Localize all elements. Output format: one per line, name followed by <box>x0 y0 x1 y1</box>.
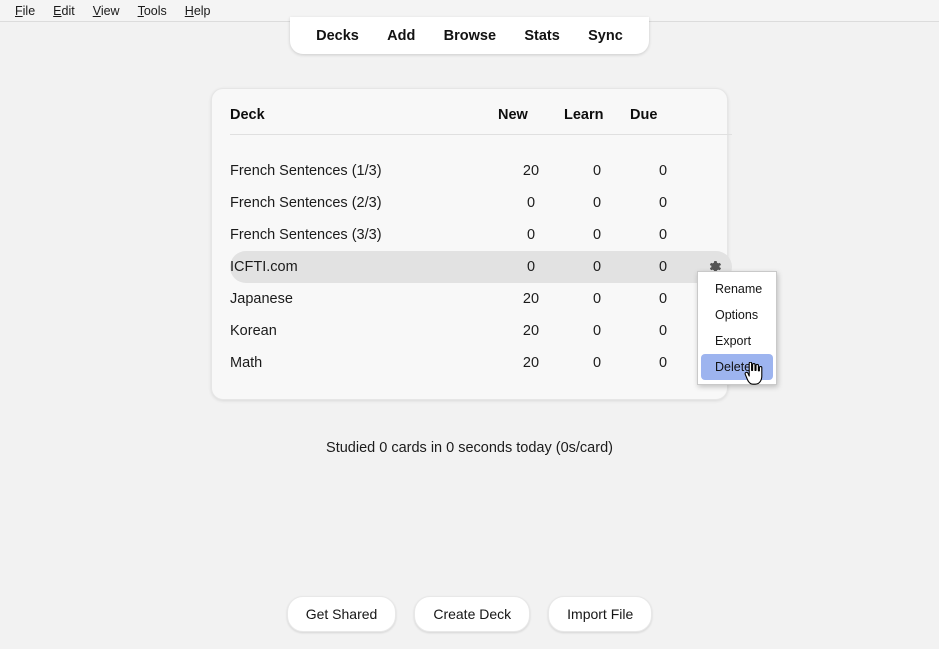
deck-name-cell[interactable]: ICFTI.com <box>230 250 498 283</box>
deck-learn-count: 0 <box>592 162 602 179</box>
top-navigation-bar: Decks Add Browse Stats Sync <box>290 17 649 54</box>
deck-gear-cell <box>696 155 732 187</box>
deck-learn-count: 0 <box>592 226 602 243</box>
deck-name-cell[interactable]: French Sentences (2/3) <box>230 187 498 219</box>
deck-due-count: 0 <box>658 290 668 307</box>
deck-row[interactable]: Korean 20 0 0 <box>230 315 732 347</box>
nav-tab-decks[interactable]: Decks <box>312 25 363 47</box>
deck-due-count: 0 <box>658 194 668 211</box>
create-deck-button[interactable]: Create Deck <box>414 596 531 632</box>
menu-help-accel: H <box>184 3 194 18</box>
deck-gear-cell <box>696 219 732 251</box>
deck-due-count: 0 <box>658 322 668 339</box>
deck-name-cell[interactable]: French Sentences (3/3) <box>230 219 498 251</box>
deck-new-count: 0 <box>498 250 564 283</box>
import-file-button[interactable]: Import File <box>548 596 653 632</box>
deck-learn-count: 0 <box>592 290 602 307</box>
menu-file[interactable]: File <box>6 1 44 21</box>
deck-name-cell[interactable]: Japanese <box>230 283 498 315</box>
nav-tab-stats[interactable]: Stats <box>520 25 563 47</box>
deck-new-count: 20 <box>522 322 540 339</box>
deck-row[interactable]: French Sentences (1/3) 20 0 0 <box>230 155 732 187</box>
deck-due-count: 0 <box>658 226 668 243</box>
menu-view-accel: V <box>92 3 101 18</box>
deck-due-count: 0 <box>658 162 668 179</box>
deck-row[interactable]: ICFTI.com 0 0 0 <box>230 250 732 283</box>
menu-file-accel: F <box>15 3 23 18</box>
deck-gear-cell <box>696 187 732 219</box>
deck-due-count: 0 <box>658 354 668 371</box>
context-menu-item-rename[interactable]: Rename <box>701 276 773 302</box>
deck-table-header-row: Deck New Learn Due <box>230 107 732 135</box>
bottom-button-bar: Get Shared Create Deck Import File <box>0 596 939 632</box>
deck-name-cell[interactable]: Korean <box>230 315 498 347</box>
menu-file-rest: ile <box>22 3 36 18</box>
deck-row[interactable]: French Sentences (3/3) 0 0 0 <box>230 219 732 251</box>
deck-new-count: 0 <box>526 194 536 211</box>
deck-list-card: Deck New Learn Due French Sentences (1/3… <box>211 88 732 400</box>
deck-table-head: Deck New Learn Due <box>230 107 732 135</box>
column-header-deck[interactable]: Deck <box>230 107 498 135</box>
get-shared-button[interactable]: Get Shared <box>286 596 397 632</box>
deck-due-count: 0 <box>630 250 696 283</box>
deck-learn-count: 0 <box>564 250 630 283</box>
context-menu-item-export[interactable]: Export <box>701 328 773 354</box>
context-menu-item-options[interactable]: Options <box>701 302 773 328</box>
menu-view-rest: iew <box>100 3 120 18</box>
deck-new-count: 0 <box>526 226 536 243</box>
deck-new-count: 20 <box>522 290 540 307</box>
deck-table: Deck New Learn Due French Sentences (1/3… <box>230 107 732 379</box>
deck-name-cell[interactable]: French Sentences (1/3) <box>230 155 498 187</box>
menu-edit[interactable]: Edit <box>44 1 84 21</box>
deck-row[interactable]: French Sentences (2/3) 0 0 0 <box>230 187 732 219</box>
deck-learn-count: 0 <box>592 194 602 211</box>
column-header-learn[interactable]: Learn <box>564 107 630 135</box>
deck-new-count: 20 <box>522 354 540 371</box>
column-header-new[interactable]: New <box>498 107 564 135</box>
deck-learn-count: 0 <box>592 354 602 371</box>
menu-help[interactable]: Help <box>176 1 220 21</box>
menu-edit-accel: E <box>53 3 62 18</box>
nav-tab-sync[interactable]: Sync <box>584 25 627 47</box>
deck-context-menu: Rename Options Export Delete <box>697 271 777 385</box>
menu-tools[interactable]: Tools <box>129 1 176 21</box>
menu-edit-rest: dit <box>61 3 75 18</box>
menu-view[interactable]: View <box>84 1 129 21</box>
deck-new-count: 20 <box>522 162 540 179</box>
deck-row[interactable]: Japanese 20 0 0 <box>230 283 732 315</box>
deck-row[interactable]: Math 20 0 0 <box>230 347 732 379</box>
deck-table-body: French Sentences (1/3) 20 0 0 French Sentenc… <box>230 135 732 379</box>
deck-name-cell[interactable]: Math <box>230 347 498 379</box>
nav-tab-browse[interactable]: Browse <box>440 25 500 47</box>
studied-summary-text: Studied 0 cards in 0 seconds today (0s/c… <box>326 440 613 456</box>
column-header-due[interactable]: Due <box>630 107 696 135</box>
deck-learn-count: 0 <box>592 322 602 339</box>
table-spacer-row <box>230 135 732 155</box>
column-header-gear <box>696 107 732 135</box>
menu-tools-rest: ools <box>143 3 167 18</box>
menu-help-rest: elp <box>193 3 211 18</box>
nav-tab-add[interactable]: Add <box>383 25 419 47</box>
context-menu-item-delete[interactable]: Delete <box>701 354 773 380</box>
